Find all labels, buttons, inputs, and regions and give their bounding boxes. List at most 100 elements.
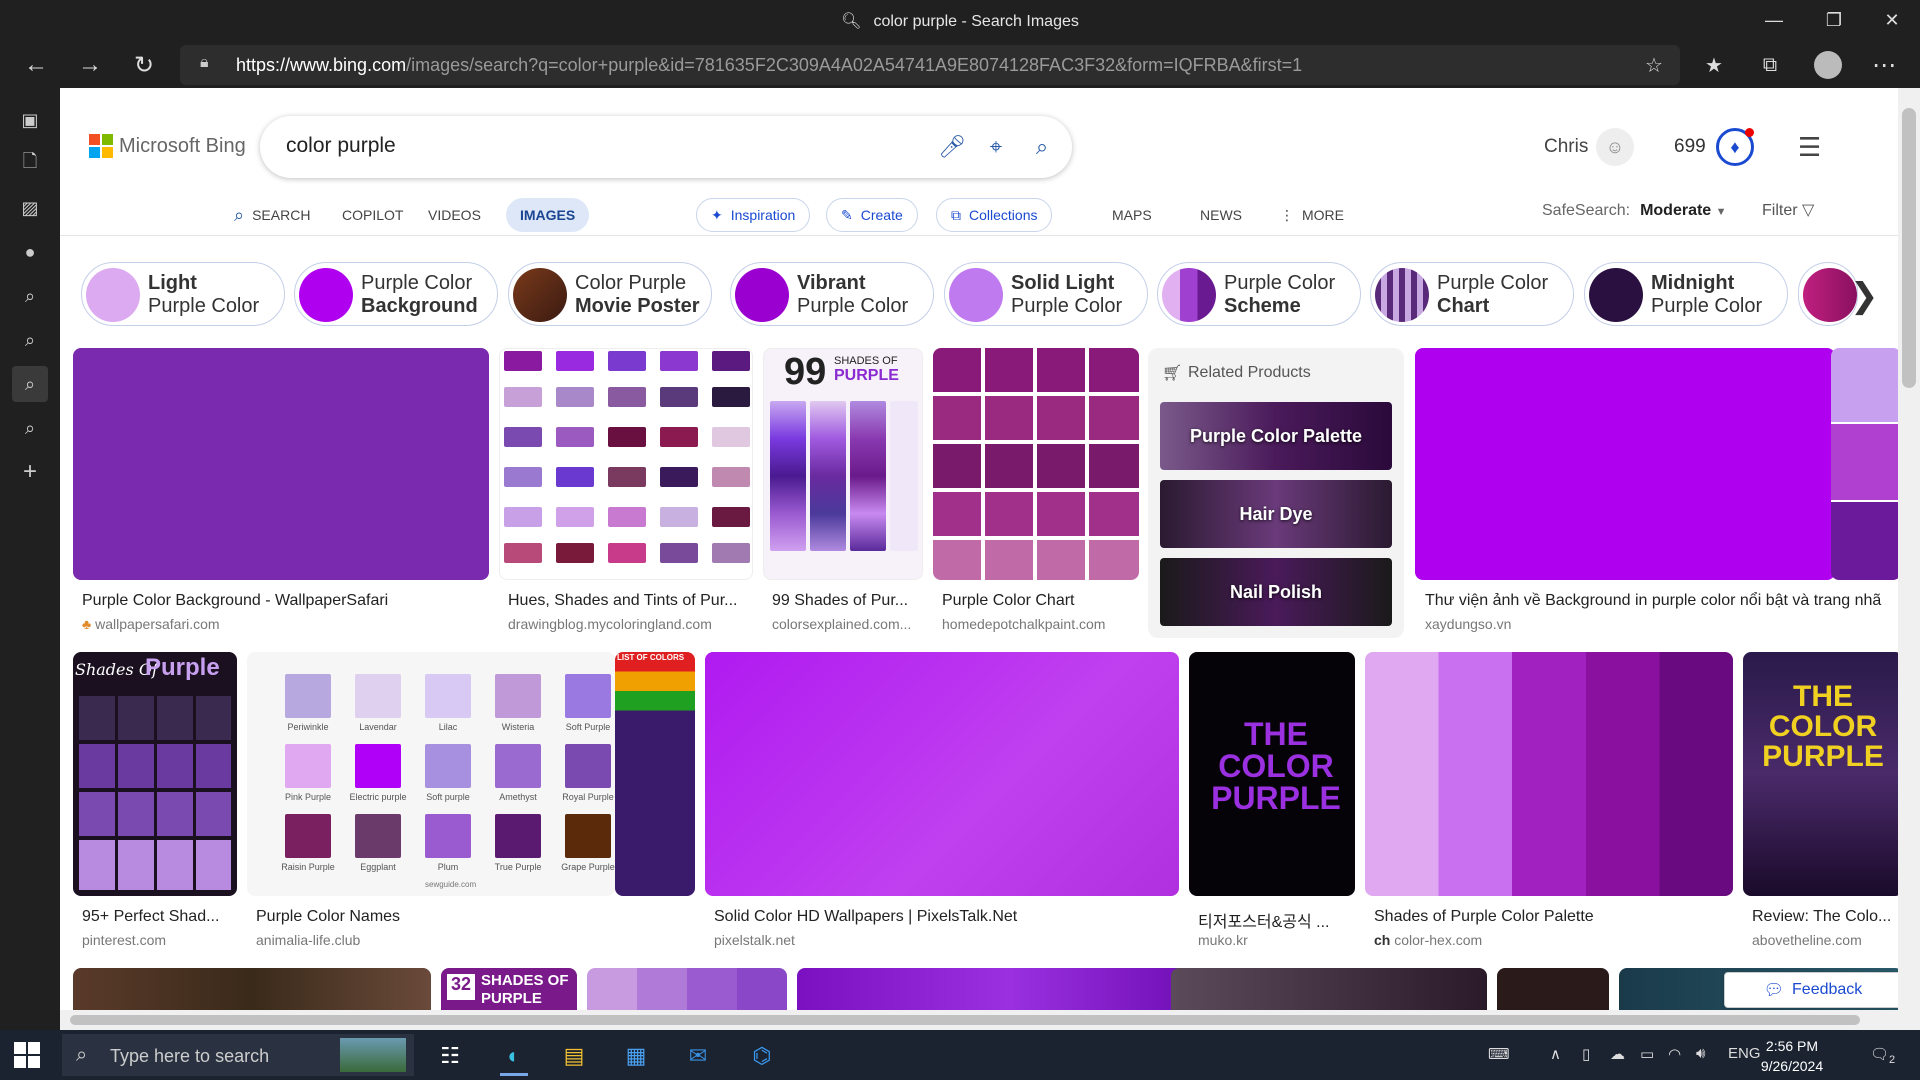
- result-image[interactable]: [1365, 652, 1733, 896]
- result-source[interactable]: drawingblog.mycoloringland.com: [508, 616, 744, 632]
- result-caption[interactable]: 99 Shades of Pur...: [772, 592, 918, 610]
- result-caption[interactable]: Solid Color HD Wallpapers | PixelsTalk.N…: [714, 908, 1174, 926]
- collections-icon[interactable]: ⧉: [1750, 48, 1790, 82]
- profile-avatar[interactable]: [1808, 48, 1848, 82]
- chevron-right-icon[interactable]: ❯: [1850, 276, 1879, 316]
- document-icon[interactable]: 🗋: [12, 146, 48, 182]
- result-image[interactable]: [797, 968, 1221, 1010]
- search-icon[interactable]: ⌕: [12, 322, 48, 358]
- tab-copilot[interactable]: COPILOT: [328, 198, 417, 232]
- rewards-trophy-icon[interactable]: ♦: [1716, 128, 1754, 166]
- tab-news[interactable]: NEWS: [1186, 198, 1256, 232]
- keyboard-icon[interactable]: ⌨: [1488, 1045, 1510, 1063]
- tab-create[interactable]: ✎ Create: [826, 198, 918, 232]
- result-source[interactable]: pixelstalk.net: [714, 932, 1174, 948]
- search-icon[interactable]: ⌕: [12, 366, 48, 402]
- tab-maps[interactable]: MAPS: [1098, 198, 1166, 232]
- horizontal-scrollbar[interactable]: [60, 1010, 1898, 1030]
- related-chip[interactable]: Solid Light Purple Color: [944, 262, 1148, 326]
- add-favorite-icon[interactable]: ☆: [1634, 48, 1674, 82]
- result-caption[interactable]: 티저포스터&공식 ...: [1198, 908, 1348, 932]
- result-image[interactable]: [73, 348, 489, 580]
- scroll-thumb[interactable]: [1902, 108, 1916, 388]
- result-source[interactable]: animalia-life.club: [256, 932, 606, 948]
- tab-inspiration[interactable]: ✦ Inspiration: [696, 198, 811, 232]
- mail-icon[interactable]: ✉: [676, 1036, 720, 1076]
- settings-more-icon[interactable]: ⋯: [1864, 48, 1904, 82]
- tab-collections[interactable]: ⧉ Collections: [936, 198, 1053, 232]
- related-chip[interactable]: Purple Color Background: [294, 262, 498, 326]
- maximize-button[interactable]: ❐: [1806, 0, 1862, 40]
- clock[interactable]: 2:56 PM 9/26/2024: [1752, 1036, 1832, 1076]
- add-icon[interactable]: +: [12, 454, 48, 490]
- favorites-icon[interactable]: ★: [1694, 48, 1734, 82]
- result-caption[interactable]: Purple Color Names: [256, 908, 606, 926]
- vscode-icon[interactable]: ⌬: [740, 1036, 784, 1076]
- related-product-item[interactable]: Hair Dye: [1160, 480, 1392, 548]
- related-product-item[interactable]: Purple Color Palette: [1160, 402, 1392, 470]
- result-source[interactable]: ♣ wallpapersafari.com: [82, 616, 482, 632]
- related-chip[interactable]: Light Purple Color: [81, 262, 285, 326]
- result-image[interactable]: THE COLOR PURPLE: [1189, 652, 1355, 896]
- search-icon[interactable]: ⌕: [12, 278, 48, 314]
- tab-more[interactable]: ⋮ MORE: [1266, 198, 1358, 232]
- user-avatar-icon[interactable]: ☺: [1596, 128, 1634, 166]
- result-source[interactable]: muko.kr: [1198, 932, 1348, 948]
- result-image[interactable]: 99 SHADES OF PURPLE: [763, 348, 923, 580]
- result-image[interactable]: [933, 348, 1139, 580]
- microphone-icon[interactable]: 🎤︎: [936, 131, 968, 163]
- task-view-icon[interactable]: ☷: [428, 1036, 472, 1076]
- github-icon[interactable]: ●: [12, 234, 48, 270]
- result-image[interactable]: [1497, 968, 1609, 1010]
- tab-search[interactable]: ⌕ SEARCH: [220, 198, 324, 232]
- minimize-button[interactable]: —: [1746, 0, 1802, 40]
- tab-actions-icon[interactable]: ▣: [12, 102, 48, 138]
- cloud-icon[interactable]: ☁: [1610, 1045, 1625, 1063]
- related-product-item[interactable]: Nail Polish: [1160, 558, 1392, 626]
- visual-search-icon[interactable]: ⌖: [980, 131, 1012, 163]
- result-source[interactable]: colorsexplained.com...: [772, 616, 918, 632]
- filter-button[interactable]: Filter ▽: [1762, 200, 1814, 220]
- result-caption[interactable]: Review: The Colo...: [1752, 908, 1898, 926]
- close-button[interactable]: ✕: [1864, 0, 1920, 40]
- vertical-scrollbar[interactable]: [1898, 88, 1920, 1030]
- address-bar[interactable]: 🔒︎ https://www.bing.com/images/search?q=…: [180, 45, 1680, 85]
- result-caption[interactable]: 95+ Perfect Shad...: [82, 908, 232, 926]
- safesearch-dropdown[interactable]: SafeSearch: Moderate ▼: [1542, 202, 1727, 220]
- related-chip[interactable]: Purple Color Scheme: [1157, 262, 1361, 326]
- url-text[interactable]: https://www.bing.com/images/search?q=col…: [236, 55, 1302, 76]
- wifi-icon[interactable]: ◠: [1668, 1045, 1681, 1063]
- result-source[interactable]: homedepotchalkpaint.com: [942, 616, 1138, 632]
- search-icon[interactable]: ⌕: [1026, 131, 1058, 163]
- result-caption[interactable]: Thư viện ảnh về Background in purple col…: [1425, 592, 1895, 610]
- result-caption[interactable]: Shades of Purple Color Palette: [1374, 908, 1734, 926]
- search-input[interactable]: color purple: [286, 134, 396, 158]
- edge-icon[interactable]: ◐: [492, 1036, 536, 1076]
- result-image[interactable]: LIST OF COLORS: [615, 652, 695, 896]
- result-caption[interactable]: Hues, Shades and Tints of Pur...: [508, 592, 744, 610]
- result-image[interactable]: THE COLOR PURPLE: [1743, 652, 1898, 896]
- result-source[interactable]: pinterest.com: [82, 932, 232, 948]
- device-icon[interactable]: ▯: [1582, 1045, 1590, 1063]
- result-source[interactable]: abovetheline.com: [1752, 932, 1898, 948]
- taskbar-search[interactable]: ⌕ Type here to search: [62, 1034, 414, 1076]
- result-source[interactable]: ch color-hex.com: [1374, 932, 1734, 948]
- result-caption[interactable]: Purple Color Background - WallpaperSafar…: [82, 592, 482, 610]
- result-image[interactable]: [705, 652, 1179, 896]
- scroll-thumb[interactable]: [70, 1015, 1860, 1025]
- rewards-points[interactable]: 699: [1674, 136, 1706, 158]
- related-chip[interactable]: [1798, 262, 1858, 326]
- notifications-icon[interactable]: 🗨︎2: [1870, 1045, 1895, 1066]
- result-image[interactable]: [499, 348, 753, 580]
- battery-icon[interactable]: ▭: [1640, 1045, 1654, 1063]
- related-chip[interactable]: Vibrant Purple Color: [730, 262, 934, 326]
- volume-icon[interactable]: 🔊︎: [1696, 1045, 1705, 1062]
- related-chip[interactable]: Color Purple Movie Poster: [508, 262, 712, 326]
- search-box[interactable]: color purple 🎤︎ ⌖ ⌕: [260, 116, 1072, 178]
- windows-start-icon[interactable]: [14, 1042, 40, 1068]
- result-caption[interactable]: Purple Color Chart: [942, 592, 1138, 610]
- result-image[interactable]: [587, 968, 787, 1010]
- app-icon[interactable]: ▨: [12, 190, 48, 226]
- result-image[interactable]: 32 SHADES OF PURPLE: [441, 968, 577, 1010]
- chevron-up-icon[interactable]: ∧: [1550, 1045, 1561, 1063]
